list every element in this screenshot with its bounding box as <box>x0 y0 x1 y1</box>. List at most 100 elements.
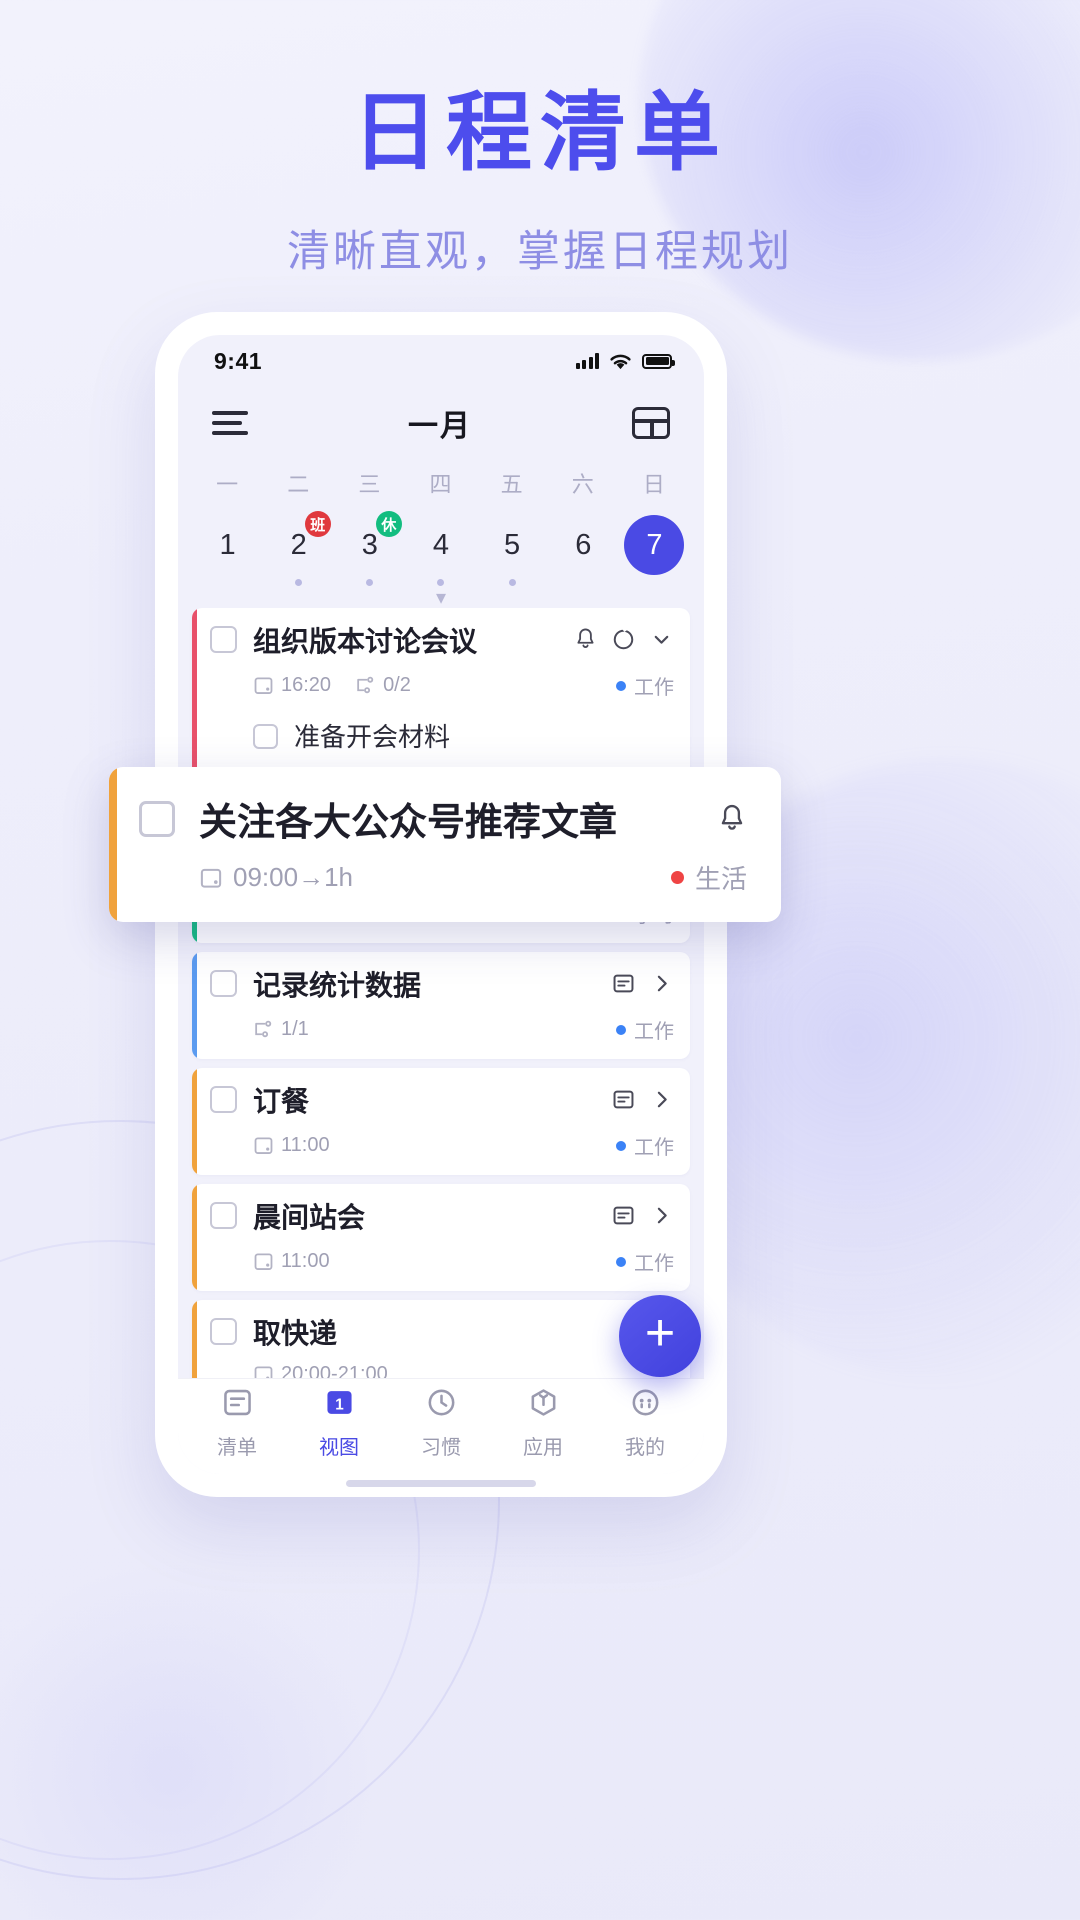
task-category: 工作 <box>616 671 674 700</box>
tab-label: 习惯 <box>421 1436 461 1459</box>
task-category: 工作 <box>616 1247 674 1276</box>
task-card[interactable]: 记录统计数据 1/1 工作 <box>192 952 690 1059</box>
category-color-dot <box>670 871 684 884</box>
chevron-right-icon[interactable] <box>649 1203 674 1233</box>
tab-习惯[interactable]: 习惯 <box>390 1386 492 1460</box>
day-number: 7 <box>646 528 663 561</box>
day-number-wrap: 3休 <box>340 511 402 575</box>
weekday-cell: 六 <box>548 467 619 499</box>
task-actions <box>611 1203 674 1233</box>
task-title: 关注各大公众号推荐文章 <box>199 802 618 844</box>
task-checkbox[interactable] <box>210 626 237 653</box>
subtask-row[interactable]: 准备开会材料 <box>210 700 674 756</box>
page-title: 日程清单 <box>352 85 728 181</box>
task-time: 09:00→1h <box>199 862 353 893</box>
category-color-dot <box>616 1140 626 1151</box>
tab-视图[interactable]: 1 视图 <box>288 1386 390 1460</box>
current-month-label[interactable]: 一月 <box>408 401 472 445</box>
task-actions <box>573 627 674 657</box>
task-title: 记录统计数据 <box>253 970 422 1001</box>
day-event-dot <box>295 579 303 586</box>
calendar-icon <box>200 868 222 888</box>
task-subtask-count: 1/1 <box>253 1018 309 1041</box>
svg-text:1: 1 <box>335 1396 344 1413</box>
day-badge-work: 班 <box>304 511 331 537</box>
task-time-label: 16:20 <box>281 674 332 696</box>
task-header: 晨间站会 <box>210 1200 674 1235</box>
task-actions <box>611 971 674 1001</box>
tab-label: 清单 <box>217 1436 257 1459</box>
task-checkbox[interactable] <box>210 1318 237 1345</box>
task-time-label: 20:00-21:00 <box>281 1363 388 1378</box>
weekday-label: 三 <box>358 472 382 497</box>
day-number-wrap: 1 <box>198 515 258 575</box>
task-subtask-count: 0/2 <box>355 674 411 697</box>
task-list[interactable]: 组织版本讨论会议16:200/2工作准备开会材料提交会议记录背单词15:00→1… <box>178 608 704 1378</box>
day-number-wrap: 6 <box>553 515 613 575</box>
task-card[interactable]: 取快递 20:00-21:00 <box>192 1300 690 1378</box>
wifi-icon <box>610 354 631 369</box>
calendar-day-5[interactable]: 5 <box>477 515 548 586</box>
add-task-fab[interactable]: + <box>619 1295 701 1377</box>
chevron-down-icon[interactable] <box>649 627 674 657</box>
chevron-right-icon[interactable] <box>649 971 674 1001</box>
weekday-label: 日 <box>642 472 666 497</box>
weekday-cell: 三 <box>334 467 405 499</box>
tab-我的[interactable]: 我的 <box>594 1386 696 1460</box>
bell-icon[interactable] <box>573 627 598 657</box>
subtask-title: 准备开会材料 <box>294 722 451 752</box>
plus-icon: + <box>644 1304 676 1362</box>
weekday-label: 二 <box>287 472 311 497</box>
calendar-day-6[interactable]: 6 <box>548 515 619 586</box>
task-header: 取快递 <box>210 1316 674 1351</box>
calendar-day-1[interactable]: 1 <box>192 515 263 586</box>
chevron-down-icon[interactable]: ▾ <box>192 588 690 608</box>
battery-full-icon <box>642 353 675 369</box>
highlighted-task-card[interactable]: 关注各大公众号推荐文章 09:00→1h 生活 <box>109 767 781 922</box>
subtask-checkbox[interactable] <box>253 724 278 749</box>
day-number: 5 <box>504 528 521 561</box>
task-checkbox[interactable] <box>139 800 175 837</box>
task-card[interactable]: 晨间站会 11:00 工作 <box>192 1184 690 1291</box>
calendar-day-4[interactable]: 4 <box>405 515 476 586</box>
weekday-cell: 日 <box>619 467 690 499</box>
weekday-cell: 一 <box>192 467 263 499</box>
category-label: 工作 <box>634 1253 674 1275</box>
weekday-header-row: 一 二 三 四 五 六 日 <box>192 467 690 499</box>
tab-清单[interactable]: 清单 <box>186 1386 288 1460</box>
task-checkbox[interactable] <box>210 1086 237 1113</box>
task-card[interactable]: 订餐 11:00 工作 <box>192 1068 690 1175</box>
bell-icon[interactable] <box>717 803 747 835</box>
tab-应用[interactable]: 应用 <box>492 1386 594 1460</box>
task-checkbox[interactable] <box>210 1202 237 1229</box>
note-icon[interactable] <box>611 1087 636 1117</box>
task-time: 16:20 <box>253 674 331 697</box>
task-category: 工作 <box>616 1015 674 1044</box>
tab-label: 应用 <box>523 1436 563 1459</box>
category-label: 生活 <box>694 864 747 894</box>
subtask-count-label: 1/1 <box>281 1018 309 1040</box>
task-title: 取快递 <box>253 1318 338 1349</box>
calendar-day-7[interactable]: 7 <box>619 515 690 586</box>
weekday-label: 五 <box>500 472 524 497</box>
repeat-icon[interactable] <box>611 627 636 657</box>
day-number: 4 <box>432 528 450 561</box>
day-event-dot <box>508 579 516 586</box>
day-number-wrap: 7 <box>624 515 685 575</box>
weekday-cell: 二 <box>263 467 334 499</box>
day-number-wrap: 2班 <box>269 511 331 575</box>
note-icon[interactable] <box>611 971 636 1001</box>
task-title: 晨间站会 <box>253 1202 366 1233</box>
category-color-dot <box>616 1024 626 1035</box>
week-calendar-strip: 一 二 三 四 五 六 日 12班3休 4 567 ▾ <box>178 459 704 608</box>
note-icon[interactable] <box>611 1203 636 1233</box>
calendar-grid-icon[interactable] <box>632 407 670 439</box>
hero-section: 日程清单 清晰直观，掌握日程规划 <box>0 0 1080 279</box>
hamburger-menu-icon[interactable] <box>212 411 248 435</box>
page-subtitle: 清晰直观，掌握日程规划 <box>287 227 793 276</box>
task-checkbox[interactable] <box>210 970 237 997</box>
calendar-day-3[interactable]: 3休 <box>334 511 405 586</box>
calendar-day-2[interactable]: 2班 <box>263 511 334 586</box>
chevron-right-icon[interactable] <box>649 1087 674 1117</box>
clock-icon <box>425 1386 458 1424</box>
